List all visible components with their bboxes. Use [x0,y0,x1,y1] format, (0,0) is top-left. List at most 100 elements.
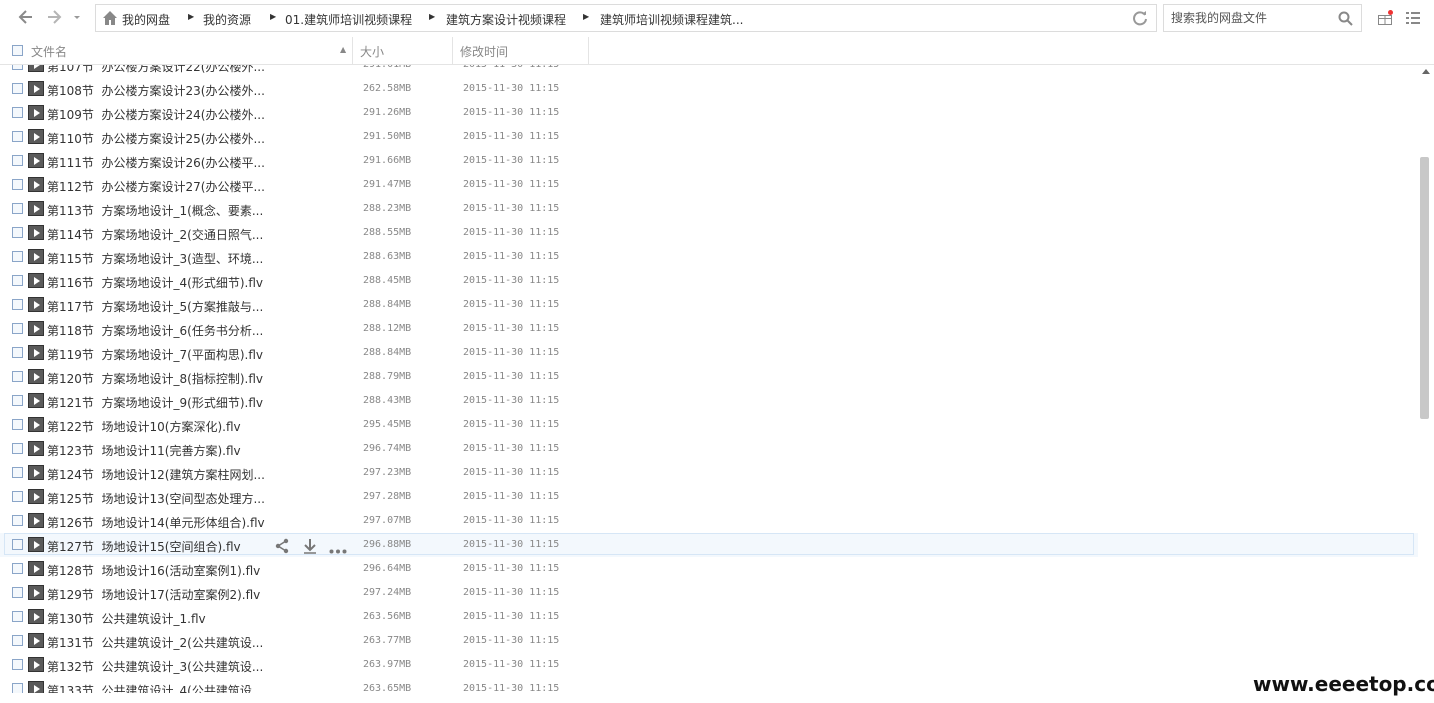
scroll-up-icon[interactable] [1422,69,1430,74]
file-name[interactable]: 第124节 场地设计12(建筑方案柱网划... [47,466,265,483]
chevron-down-icon[interactable] [70,8,84,28]
arrow-left-icon[interactable] [14,8,36,28]
list-view-icon[interactable] [1405,10,1421,26]
file-name[interactable]: 第118节 方案场地设计_6(任务书分析... [47,322,263,339]
file-row[interactable]: 第127节 场地设计15(空间组合).flv 296.88MB 2015-11-30… [0,533,1418,557]
row-checkbox[interactable] [12,563,23,574]
home-icon[interactable] [102,10,118,26]
row-checkbox[interactable] [12,227,23,238]
row-checkbox[interactable] [12,83,23,94]
file-name[interactable]: 第108节 办公楼方案设计23(办公楼外... [47,82,265,99]
row-checkbox[interactable] [12,443,23,454]
file-name[interactable]: 第133节 公共建筑设计_4(公共建筑设... [47,682,263,693]
file-row[interactable]: 第116节 方案场地设计_4(形式细节).flv 288.45MB 2015-11-… [0,269,1418,293]
row-checkbox[interactable] [12,683,23,693]
file-name[interactable]: 第128节 场地设计16(活动室案例1).flv [47,562,260,579]
header-filename[interactable]: 文件名 [31,43,67,60]
row-checkbox[interactable] [12,611,23,622]
row-checkbox[interactable] [12,203,23,214]
file-name[interactable]: 第116节 方案场地设计_4(形式细节).flv [47,274,263,291]
file-row[interactable]: 第125节 场地设计13(空间型态处理方... 297.28MB 2015-11-3… [0,485,1418,509]
file-row[interactable]: 第124节 场地设计12(建筑方案柱网划... 297.23MB 2015-11-3… [0,461,1418,485]
row-checkbox[interactable] [12,179,23,190]
scrollbar-thumb[interactable] [1420,157,1429,419]
file-name[interactable]: 第119节 方案场地设计_7(平面构思).flv [47,346,263,363]
file-name[interactable]: 第115节 方案场地设计_3(造型、环境... [47,250,263,267]
file-row[interactable]: 第114节 方案场地设计_2(交通日照气... 288.55MB 2015-11-3… [0,221,1418,245]
breadcrumb-item-current[interactable]: 建筑师培训视频课程建筑... [600,11,743,28]
download-icon[interactable] [303,538,317,557]
select-all-checkbox[interactable] [12,45,23,56]
more-icon[interactable] [329,543,347,557]
file-name[interactable]: 第111节 办公楼方案设计26(办公楼平... [47,154,265,171]
breadcrumb-item-my-disk[interactable]: 我的网盘 [122,11,170,28]
file-row[interactable]: 第118节 方案场地设计_6(任务书分析... 288.12MB 2015-11-3… [0,317,1418,341]
row-checkbox[interactable] [12,107,23,118]
file-name[interactable]: 第112节 办公楼方案设计27(办公楼平... [47,178,265,195]
file-row[interactable]: 第117节 方案场地设计_5(方案推敲与... 288.84MB 2015-11-3… [0,293,1418,317]
row-checkbox[interactable] [12,539,23,550]
file-name[interactable]: 第117节 方案场地设计_5(方案推敲与... [47,298,263,315]
share-icon[interactable] [274,538,290,557]
file-name[interactable]: 第127节 场地设计15(空间组合).flv [47,538,241,555]
file-row[interactable]: 第119节 方案场地设计_7(平面构思).flv 288.84MB 2015-11-… [0,341,1418,365]
file-name[interactable]: 第120节 方案场地设计_8(指标控制).flv [47,370,263,387]
file-name[interactable]: 第114节 方案场地设计_2(交通日照气... [47,226,263,243]
row-checkbox[interactable] [12,419,23,430]
search-icon[interactable] [1338,11,1353,26]
refresh-icon[interactable] [1132,10,1148,26]
search-input[interactable]: 搜索我的网盘文件 [1163,4,1362,32]
header-size[interactable]: 大小 [360,43,384,60]
file-row[interactable]: 第107节 办公楼方案设计22(办公楼外... 291.01MB 2015-11-3… [0,65,1418,77]
row-checkbox[interactable] [12,659,23,670]
file-row[interactable]: 第128节 场地设计16(活动室案例1).flv 296.64MB 2015-11-… [0,557,1418,581]
sort-asc-icon[interactable]: ▲ [340,45,346,54]
column-divider[interactable] [452,37,453,64]
file-row[interactable]: 第126节 场地设计14(单元形体组合).flv 297.07MB 2015-11-… [0,509,1418,533]
file-name[interactable]: 第125节 场地设计13(空间型态处理方... [47,490,265,507]
file-row[interactable]: 第130节 公共建筑设计_1.flv 263.56MB 2015-11-30 11:… [0,605,1418,629]
file-row[interactable]: 第111节 办公楼方案设计26(办公楼平... 291.66MB 2015-11-3… [0,149,1418,173]
file-row[interactable]: 第110节 办公楼方案设计25(办公楼外... 291.50MB 2015-11-3… [0,125,1418,149]
file-name[interactable]: 第123节 场地设计11(完善方案).flv [47,442,241,459]
file-row[interactable]: 第129节 场地设计17(活动室案例2).flv 297.24MB 2015-11-… [0,581,1418,605]
row-checkbox[interactable] [12,275,23,286]
breadcrumb-item-course[interactable]: 01.建筑师培训视频课程 [285,11,412,28]
arrow-right-icon[interactable] [44,8,66,28]
file-row[interactable]: 第112节 办公楼方案设计27(办公楼平... 291.47MB 2015-11-3… [0,173,1418,197]
file-name[interactable]: 第121节 方案场地设计_9(形式细节).flv [47,394,263,411]
file-row[interactable]: 第120节 方案场地设计_8(指标控制).flv 288.79MB 2015-11-… [0,365,1418,389]
file-name[interactable]: 第109节 办公楼方案设计24(办公楼外... [47,106,265,123]
row-checkbox[interactable] [12,515,23,526]
column-divider[interactable] [352,37,353,64]
file-name[interactable]: 第107节 办公楼方案设计22(办公楼外... [47,65,265,75]
row-checkbox[interactable] [12,347,23,358]
file-row[interactable]: 第121节 方案场地设计_9(形式细节).flv 288.43MB 2015-11-… [0,389,1418,413]
row-checkbox[interactable] [12,587,23,598]
file-row[interactable]: 第109节 办公楼方案设计24(办公楼外... 291.26MB 2015-11-3… [0,101,1418,125]
breadcrumb-item-resources[interactable]: 我的资源 [203,11,251,28]
file-name[interactable]: 第126节 场地设计14(单元形体组合).flv [47,514,265,531]
header-modified[interactable]: 修改时间 [460,43,508,60]
file-name[interactable]: 第131节 公共建筑设计_2(公共建筑设... [47,634,263,651]
row-checkbox[interactable] [12,251,23,262]
row-checkbox[interactable] [12,323,23,334]
row-checkbox[interactable] [12,299,23,310]
row-checkbox[interactable] [12,467,23,478]
file-row[interactable]: 第131节 公共建筑设计_2(公共建筑设... 263.77MB 2015-11-3… [0,629,1418,653]
file-name[interactable]: 第130节 公共建筑设计_1.flv [47,610,206,627]
file-row[interactable]: 第132节 公共建筑设计_3(公共建筑设... 263.97MB 2015-11-3… [0,653,1418,677]
file-name[interactable]: 第129节 场地设计17(活动室案例2).flv [47,586,260,603]
file-row[interactable]: 第113节 方案场地设计_1(概念、要素... 288.23MB 2015-11-3… [0,197,1418,221]
column-divider[interactable] [588,37,589,64]
file-row[interactable]: 第123节 场地设计11(完善方案).flv 296.74MB 2015-11-30… [0,437,1418,461]
row-checkbox[interactable] [12,131,23,142]
file-row[interactable]: 第133节 公共建筑设计_4(公共建筑设... 263.65MB 2015-11-3… [0,677,1418,693]
breadcrumb-item-design-course[interactable]: 建筑方案设计视频课程 [446,11,566,28]
file-name[interactable]: 第113节 方案场地设计_1(概念、要素... [47,202,263,219]
file-name[interactable]: 第132节 公共建筑设计_3(公共建筑设... [47,658,263,675]
row-checkbox[interactable] [12,491,23,502]
file-row[interactable]: 第108节 办公楼方案设计23(办公楼外... 262.58MB 2015-11-3… [0,77,1418,101]
row-checkbox[interactable] [12,65,23,70]
row-checkbox[interactable] [12,371,23,382]
